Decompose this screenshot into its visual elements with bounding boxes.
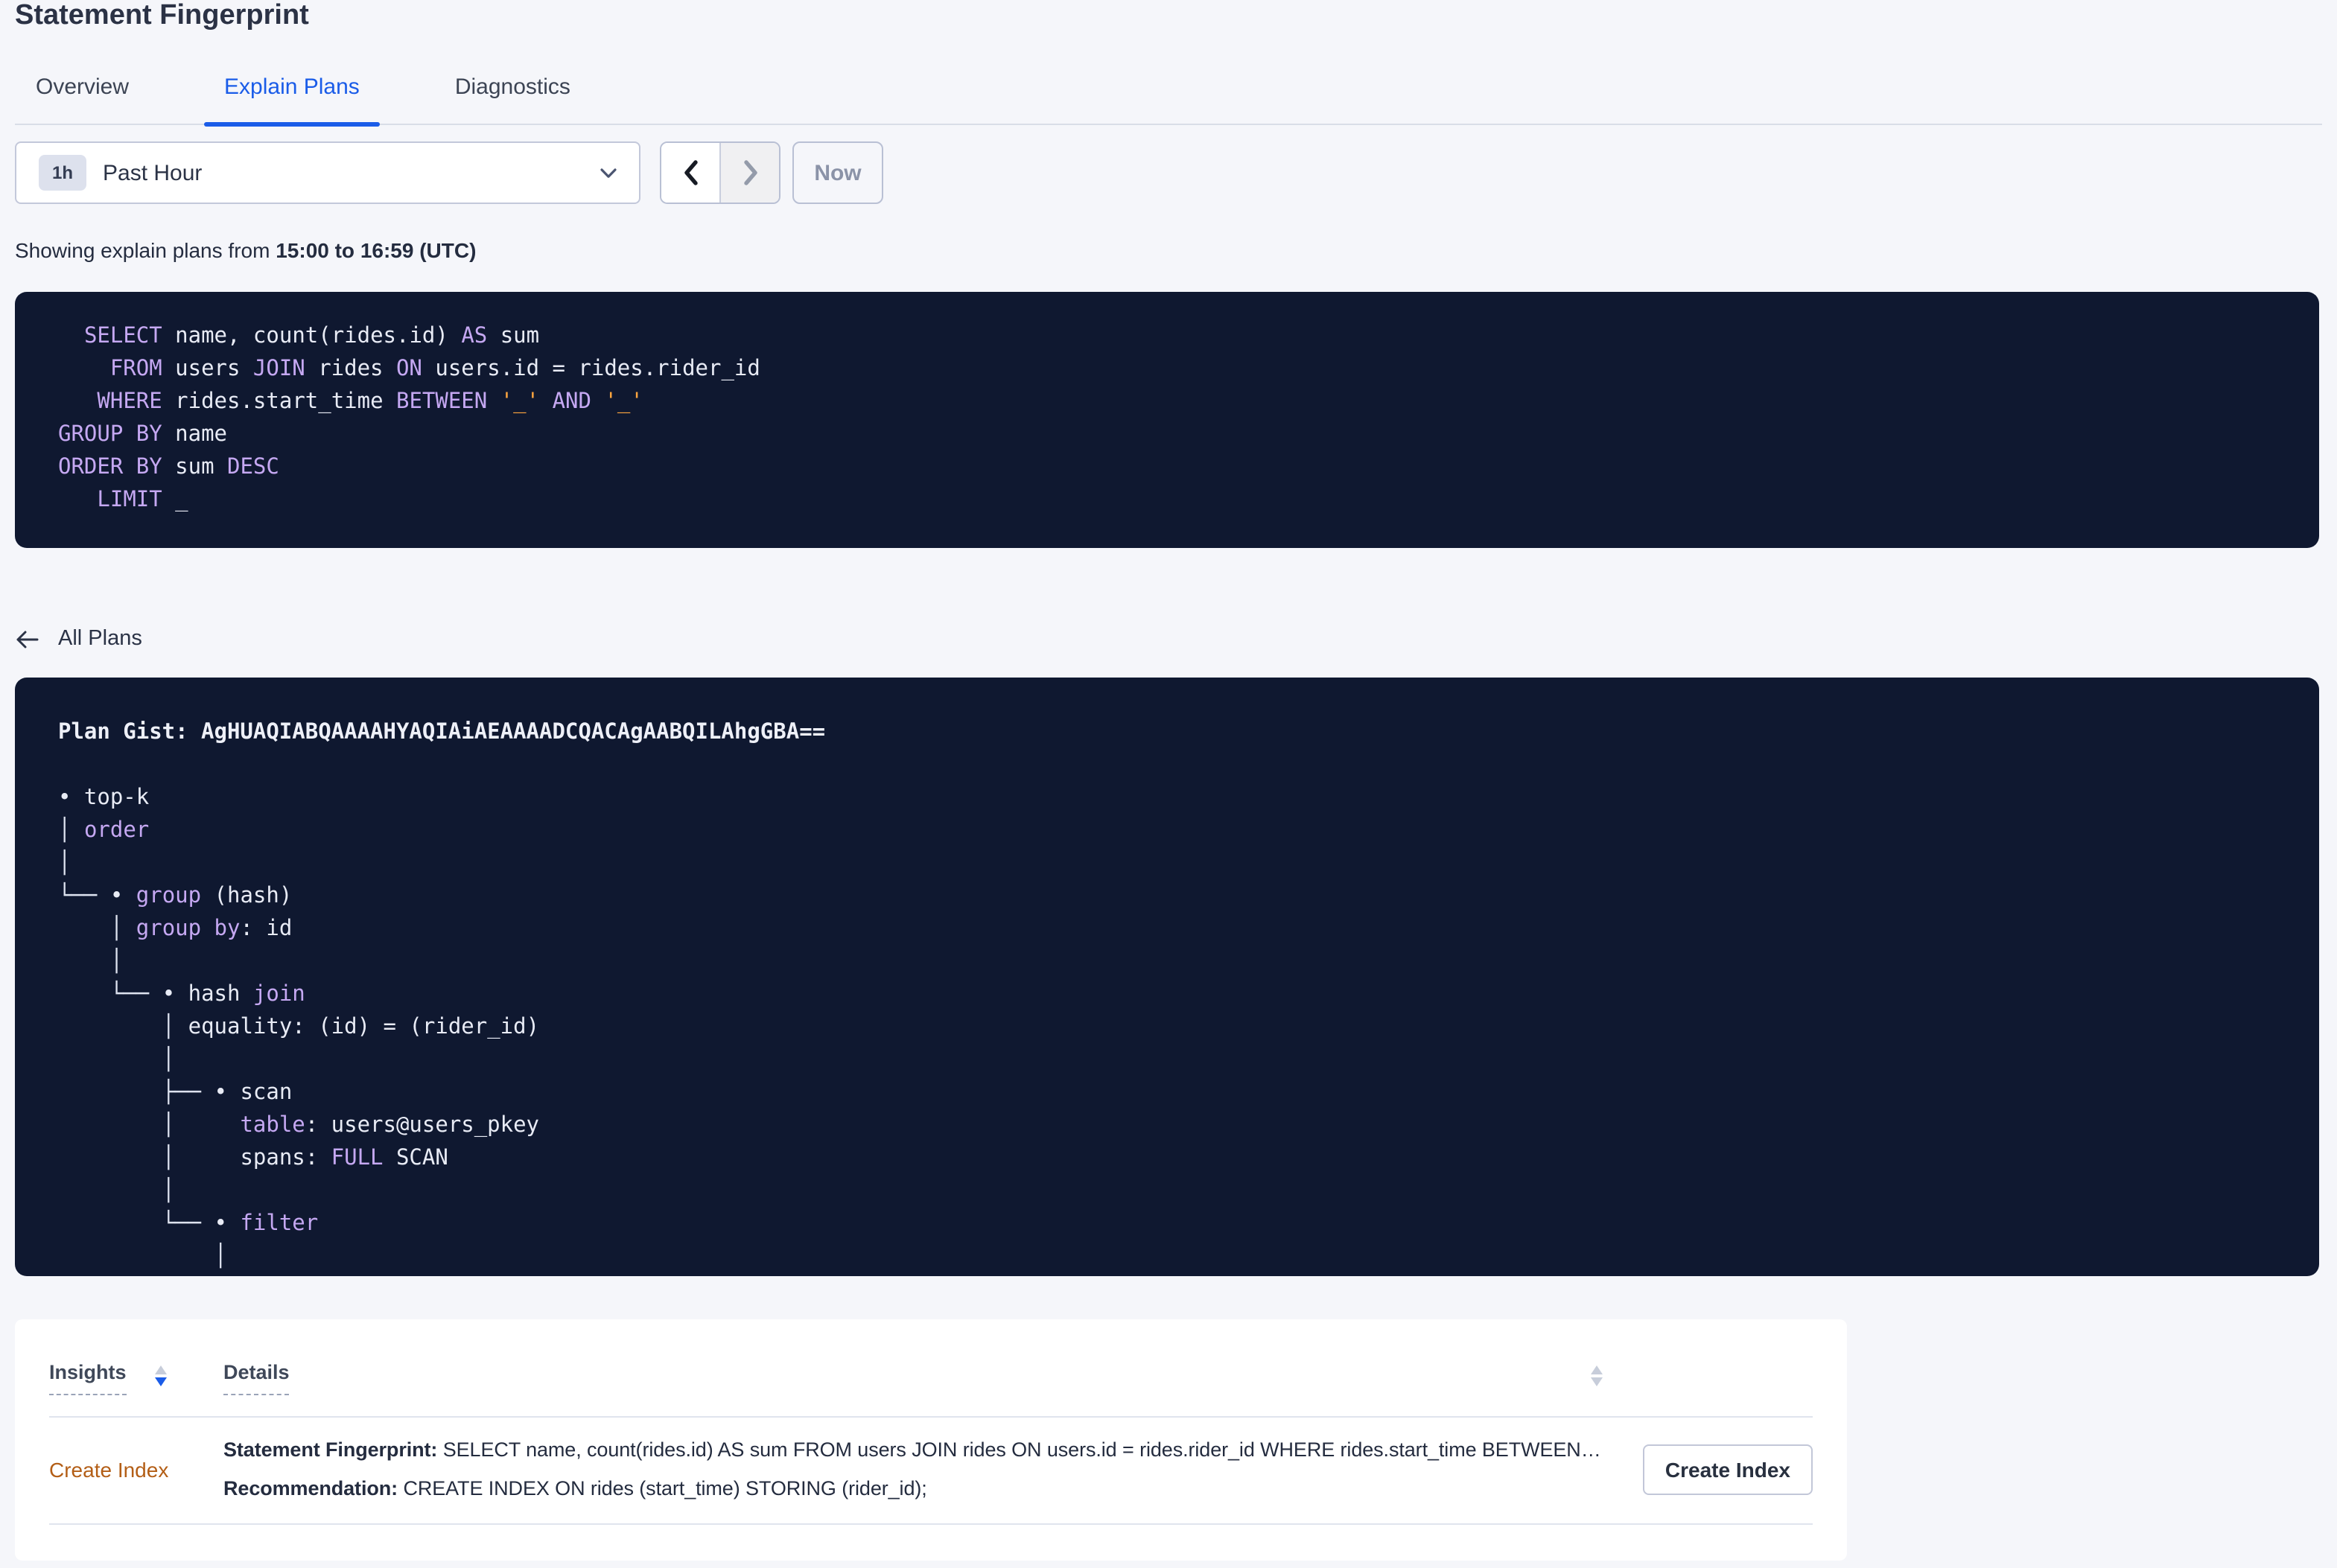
details-cell: Statement Fingerprint: SELECT name, coun… bbox=[223, 1438, 1643, 1500]
plan-gist-panel: Plan Gist: AgHUAQIABQAAAAHYAQIAiAEAAAADC… bbox=[15, 678, 2319, 1276]
time-pager bbox=[660, 141, 780, 204]
time-controls: 1h Past Hour Now bbox=[15, 141, 883, 204]
chevron-right-icon bbox=[743, 160, 757, 185]
statement-fingerprint-line: Statement Fingerprint: SELECT name, coun… bbox=[223, 1438, 1604, 1461]
recommendation-line: Recommendation: CREATE INDEX ON rides (s… bbox=[223, 1477, 1604, 1500]
time-range-dropdown[interactable]: 1h Past Hour bbox=[15, 141, 640, 204]
chevron-left-icon bbox=[684, 160, 697, 185]
statement-fingerprint-label: Statement Fingerprint: bbox=[223, 1438, 438, 1461]
statement-fingerprint-page: Statement Fingerprint Overview Explain P… bbox=[0, 0, 2337, 1568]
details-column-label[interactable]: Details bbox=[223, 1361, 290, 1395]
caption-prefix: Showing explain plans from bbox=[15, 238, 270, 262]
interval-badge: 1h bbox=[39, 155, 87, 191]
insights-column-label[interactable]: Insights bbox=[49, 1361, 127, 1395]
sort-icon-insights[interactable] bbox=[154, 1365, 167, 1386]
recommendation-text: CREATE INDEX ON rides (start_time) STORI… bbox=[403, 1477, 927, 1500]
all-plans-back-link[interactable]: All Plans bbox=[15, 627, 142, 651]
time-range-label: Past Hour bbox=[103, 160, 203, 185]
create-index-link[interactable]: Create Index bbox=[49, 1457, 223, 1481]
previous-time-button[interactable] bbox=[661, 143, 719, 203]
table-row: Create Index Statement Fingerprint: SELE… bbox=[49, 1418, 1813, 1525]
recommendation-label: Recommendation: bbox=[223, 1477, 398, 1500]
next-time-button[interactable] bbox=[719, 143, 779, 203]
sort-icon-details[interactable] bbox=[1591, 1365, 1603, 1386]
sql-statement-panel: SELECT name, count(rides.id) AS sum FROM… bbox=[15, 292, 2319, 548]
insights-column-header[interactable]: Insights bbox=[49, 1361, 223, 1395]
arrow-left-icon bbox=[16, 630, 39, 648]
plan-tree: Plan Gist: AgHUAQIABQAAAAHYAQIAiAEAAAADC… bbox=[58, 721, 826, 1269]
statement-fingerprint-text: SELECT name, count(rides.id) AS sum FROM… bbox=[442, 1438, 1604, 1461]
showing-plans-caption: Showing explain plans from 15:00 to 16:5… bbox=[15, 238, 476, 262]
tab-diagnostics[interactable]: Diagnostics bbox=[434, 57, 591, 124]
chevron-down-icon bbox=[600, 168, 617, 177]
create-index-button[interactable]: Create Index bbox=[1642, 1444, 1813, 1494]
now-button[interactable]: Now bbox=[792, 141, 883, 204]
all-plans-label: All Plans bbox=[58, 627, 142, 651]
insights-table-header: Insights Details bbox=[49, 1319, 1813, 1418]
tab-explain-plans[interactable]: Explain Plans bbox=[203, 57, 381, 127]
sql-statement-code: SELECT name, count(rides.id) AS sum FROM… bbox=[58, 325, 760, 512]
insights-table: Insights Details Create Index Statement … bbox=[15, 1319, 1847, 1561]
details-column-header[interactable]: Details bbox=[223, 1361, 1609, 1395]
tab-bar: Overview Explain Plans Diagnostics bbox=[15, 57, 2322, 127]
tab-overview[interactable]: Overview bbox=[15, 57, 150, 124]
caption-time-range: 15:00 to 16:59 (UTC) bbox=[276, 238, 477, 262]
page-title: Statement Fingerprint bbox=[15, 0, 309, 31]
